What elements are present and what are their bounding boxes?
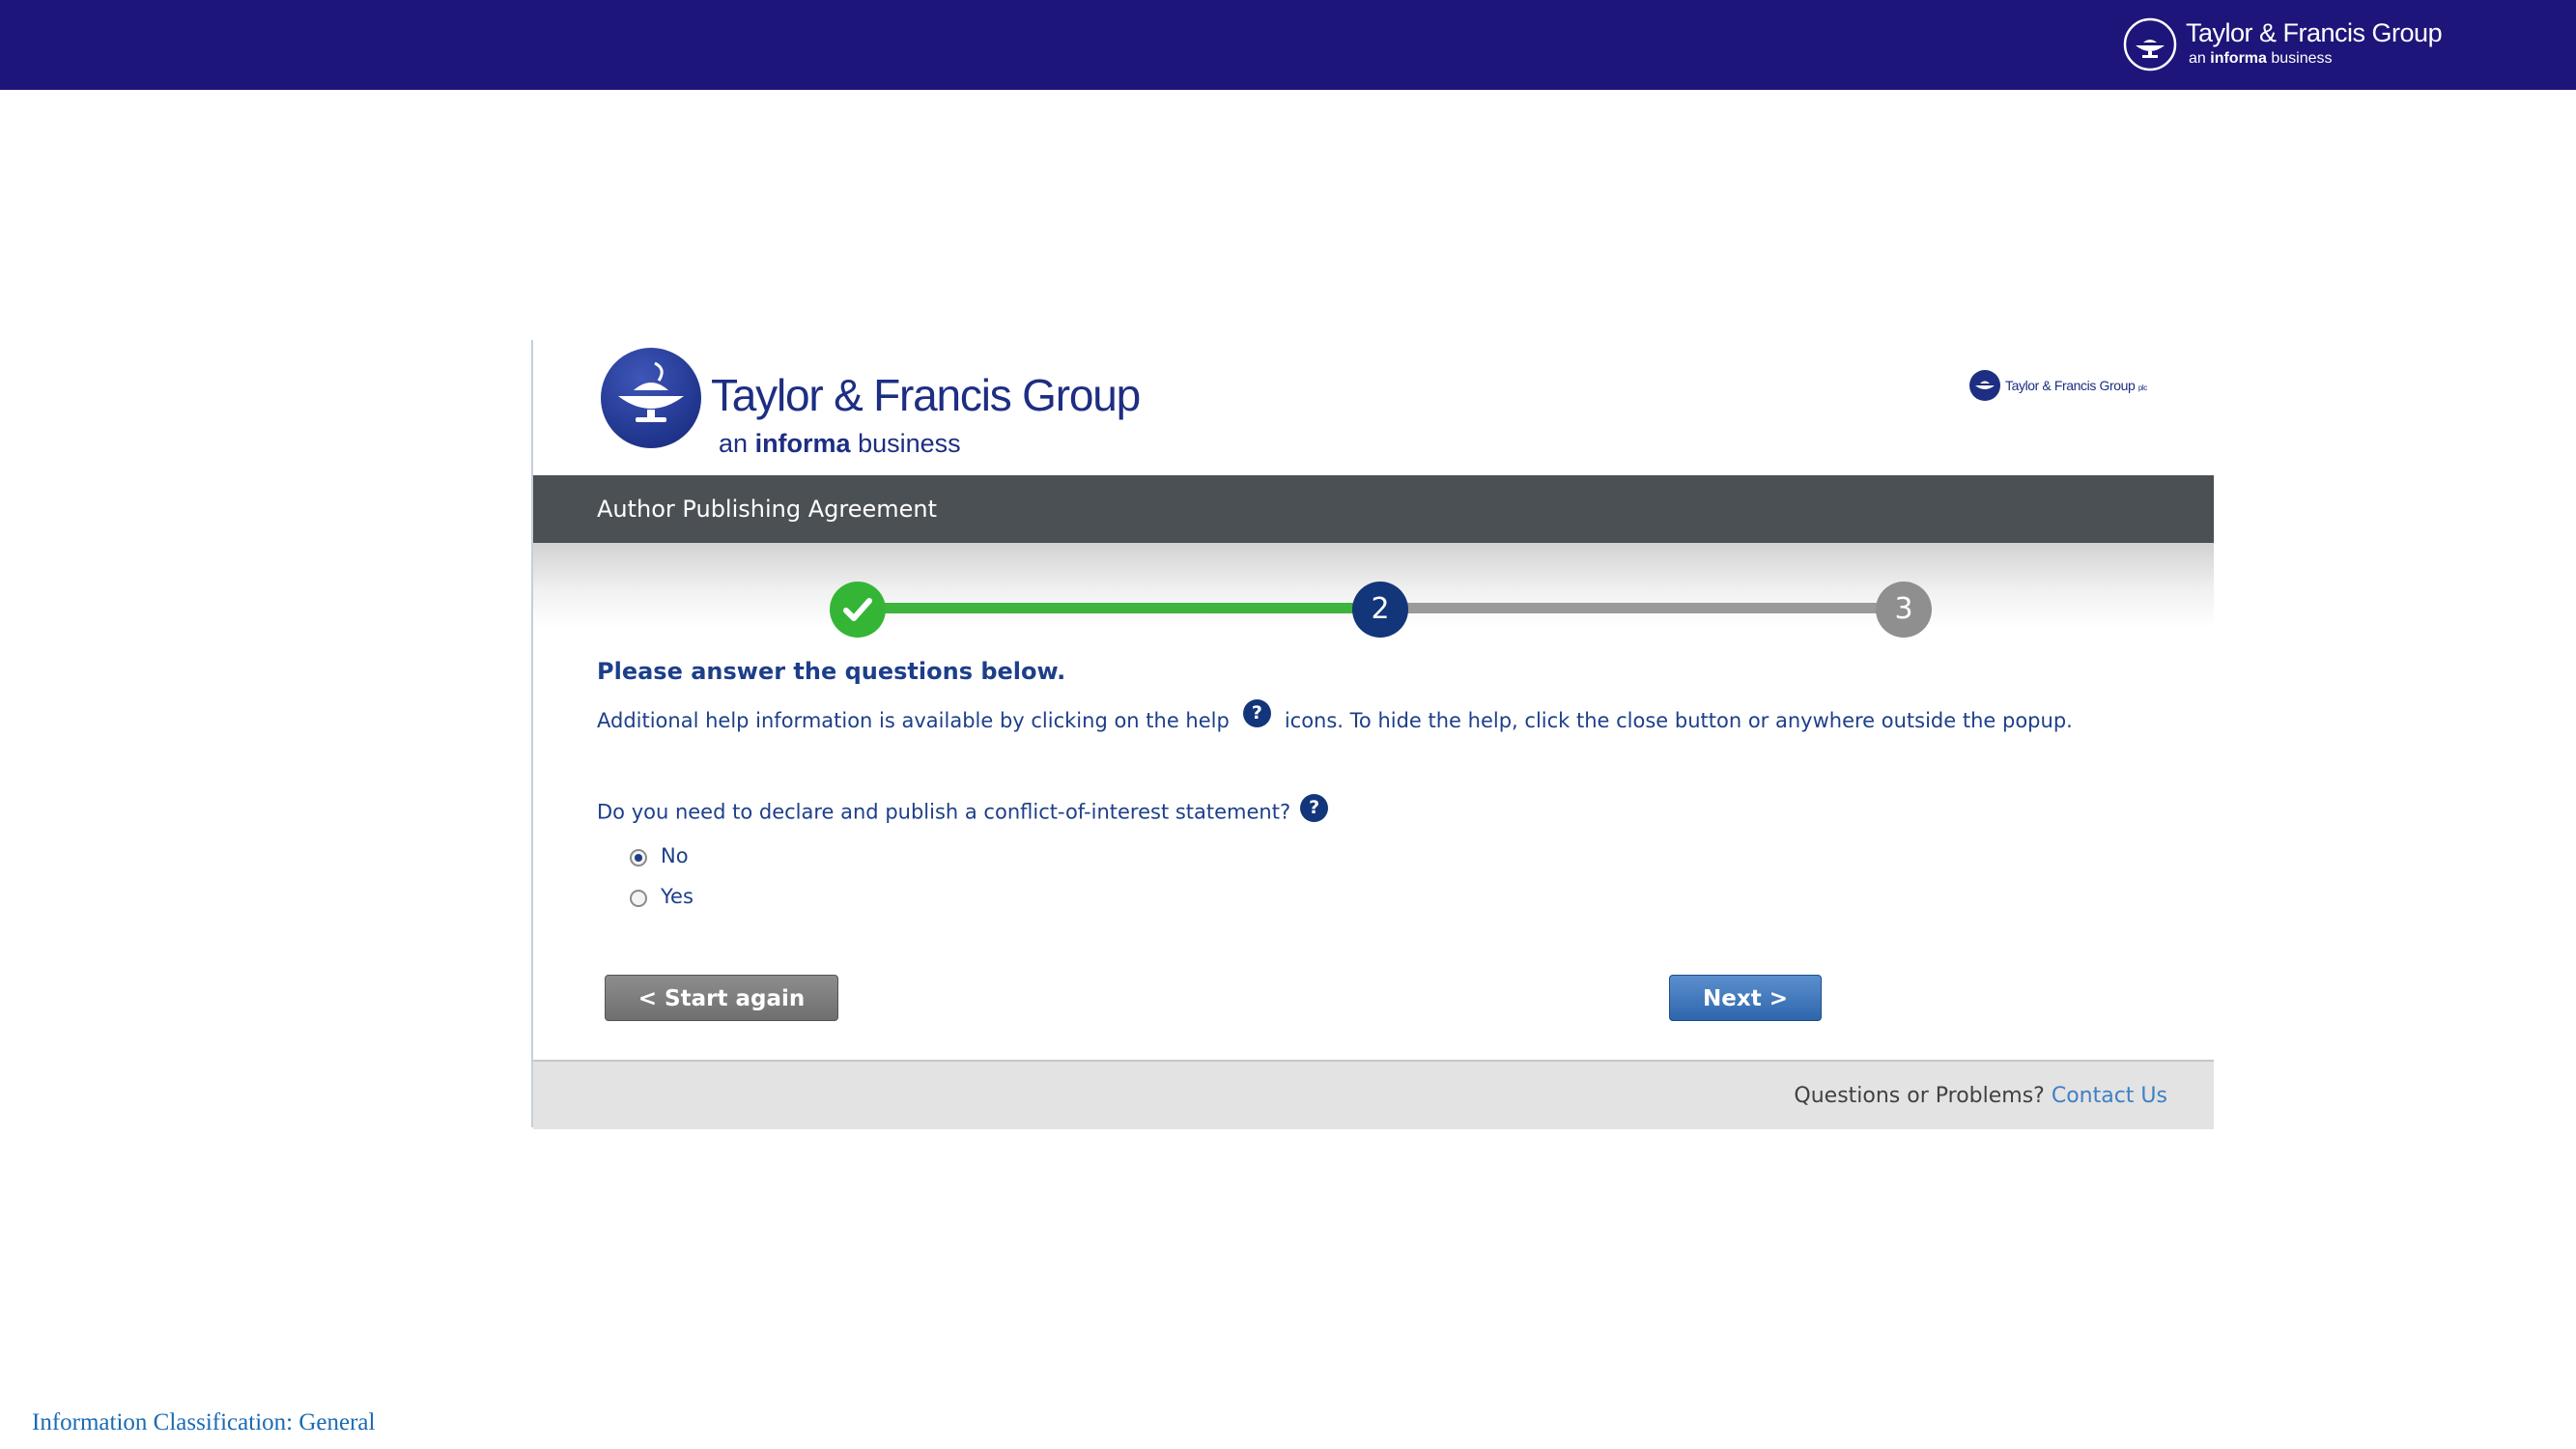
agreement-card: Taylor & Francis Group an informa busine…	[531, 340, 2214, 1129]
question-help-icon[interactable]: ?	[1300, 794, 1329, 822]
main-logo: Taylor & Francis Group an informa busine…	[599, 346, 1178, 462]
tagline-bold: informa	[754, 429, 851, 458]
footer-question: Questions or Problems?	[1794, 1084, 2045, 1108]
question-label: Do you need to declare and publish a con…	[597, 800, 1291, 824]
conflict-question: Do you need to declare and publish a con…	[597, 794, 1329, 827]
contact-us-link[interactable]: Contact Us	[2052, 1084, 2167, 1108]
tagline-prefix: an	[2189, 50, 2206, 67]
tagline-suffix: business	[858, 429, 961, 458]
step-connector-completed	[856, 603, 1379, 613]
main-logo-name: Taylor & Francis Group	[711, 370, 1141, 420]
tagline-prefix: an	[719, 429, 749, 458]
radio-yes[interactable]	[630, 890, 647, 907]
tagline-bold: informa	[2210, 50, 2267, 67]
card-footer: Questions or Problems? Contact Us	[533, 1060, 2214, 1129]
brand-name: Taylor & Francis Group	[2186, 18, 2443, 47]
page-title: Author Publishing Agreement	[597, 496, 938, 523]
brand-tagline: an informa business	[2189, 50, 2333, 68]
brand-logo: Taylor & Francis Group an informa busine…	[2122, 16, 2443, 74]
classification-label: Information Classification: General	[32, 1409, 376, 1435]
small-logo-text: Taylor & Francis Group	[2005, 378, 2136, 393]
small-logo-suffix: plc	[2137, 384, 2147, 392]
small-logo: Taylor & Francis Group plc	[1968, 369, 2171, 408]
progress-stepper: 2 3	[533, 543, 2214, 649]
tagline-suffix: business	[2271, 50, 2333, 67]
title-bar: Author Publishing Agreement	[533, 475, 2214, 543]
step-3-upcoming: 3	[1876, 582, 1932, 638]
radio-no[interactable]	[630, 849, 647, 867]
step-1-completed	[830, 582, 886, 638]
help-icon[interactable]: ?	[1242, 698, 1271, 727]
step-2-current: 2	[1352, 582, 1408, 638]
top-banner: Taylor & Francis Group an informa busine…	[0, 0, 2576, 90]
check-icon	[843, 598, 872, 621]
card-header: Taylor & Francis Group an informa busine…	[533, 340, 2214, 475]
lamp-logo-icon	[1969, 370, 2000, 401]
start-again-button[interactable]: < Start again	[605, 975, 838, 1021]
footer-support: Questions or Problems? Contact Us	[1794, 1084, 2167, 1108]
main-logo-tagline: an informa business	[719, 429, 961, 459]
help-info-text: Additional help information is available…	[597, 698, 2073, 732]
help-text-after: icons. To hide the help, click the close…	[1284, 709, 2073, 732]
radio-no-label[interactable]: No	[661, 844, 689, 867]
lamp-logo-icon	[601, 348, 701, 448]
radio-yes-label[interactable]: Yes	[661, 885, 694, 908]
small-logo-name: Taylor & Francis Group plc	[2005, 378, 2147, 393]
next-button[interactable]: Next >	[1669, 975, 1822, 1021]
step-connector-upcoming	[1379, 603, 1905, 613]
help-text-before: Additional help information is available…	[597, 709, 1230, 732]
instruction-heading: Please answer the questions below.	[597, 658, 1066, 685]
lamp-logo-icon	[2123, 17, 2177, 71]
